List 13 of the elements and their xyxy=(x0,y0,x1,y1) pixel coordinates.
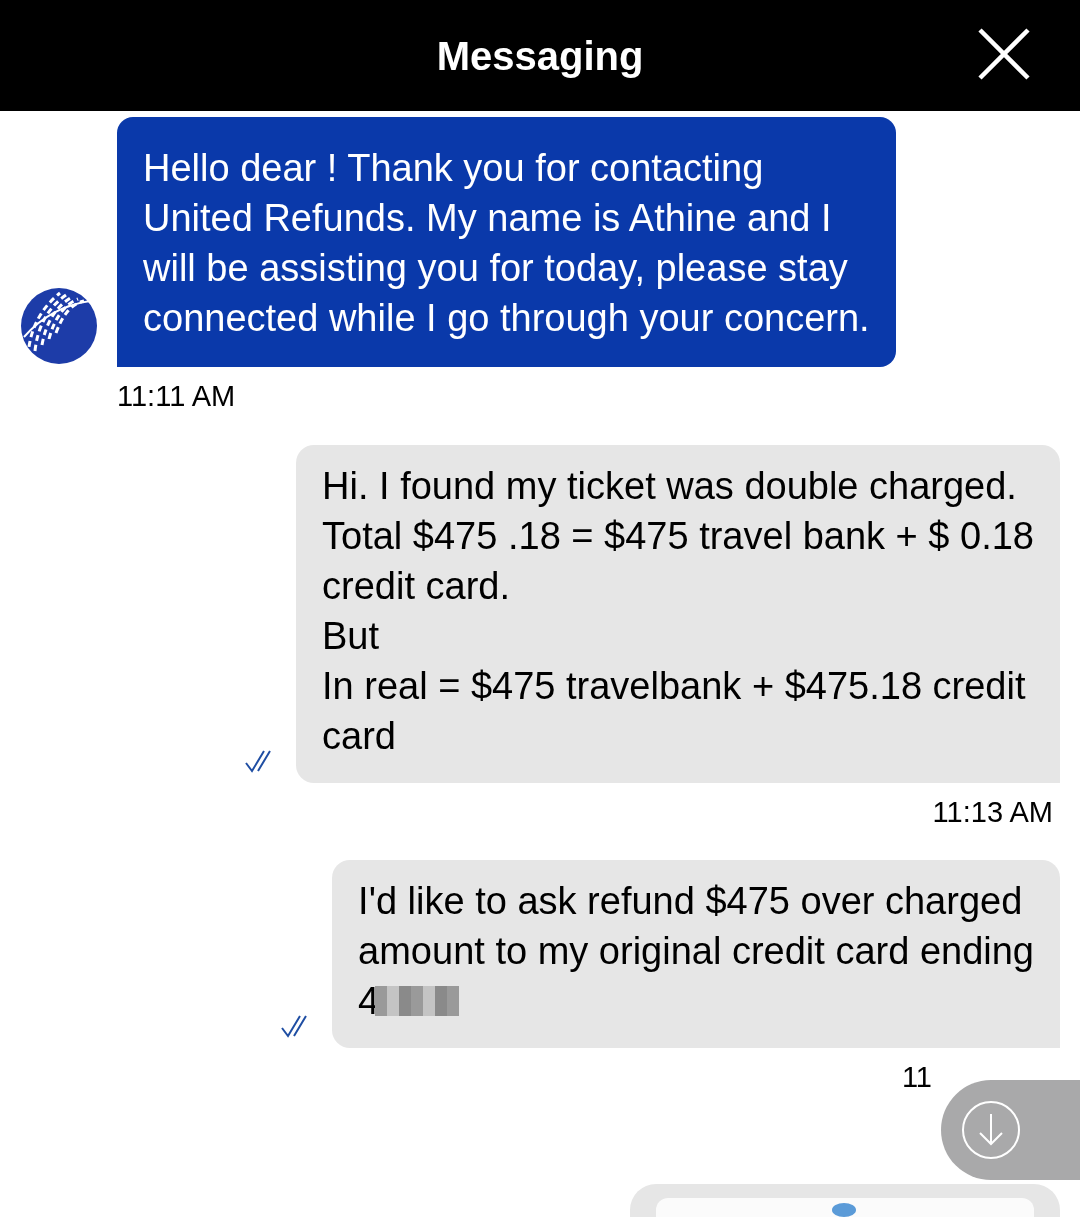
header-title: Messaging xyxy=(436,32,644,80)
arrow-down-circle-icon xyxy=(961,1100,1021,1160)
globe-logo-icon xyxy=(19,287,98,365)
message-text: I'd like to ask refund $475 over charged amount to my original credit card ending xyxy=(358,879,1034,974)
scroll-down-button[interactable] xyxy=(941,1080,1080,1180)
message-text: Hello dear ! Thank you for contacting United Refunds. My name is Athine and I will be assisting you for today, please stay connected while I go through your concern. xyxy=(143,146,870,341)
close-icon xyxy=(978,28,1030,80)
message-text: 4 xyxy=(358,979,380,1024)
message-text: Hi. I found my ticket was double charged. Total $475 .18 = $475 travel bank + $ 0.18 credit card. But In real = $475 travelbank + $475.18 credit card xyxy=(322,463,1034,759)
message-time: 11 xyxy=(901,1060,932,1095)
message-time: 11:13 AM xyxy=(932,794,1053,830)
message-time: 11:11 AM xyxy=(117,379,237,414)
close-button[interactable] xyxy=(978,28,1030,80)
